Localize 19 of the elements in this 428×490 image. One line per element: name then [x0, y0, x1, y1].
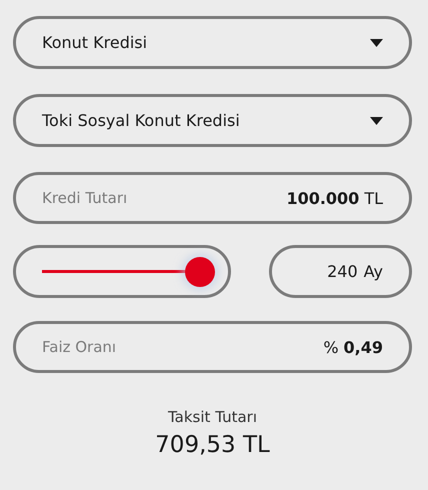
rate-value: 0,49	[344, 338, 383, 356]
caret-icon	[370, 38, 383, 46]
percent-sign: %	[323, 338, 339, 356]
currency-unit: TL	[364, 188, 383, 208]
loan-amount-field[interactable]: Kredi Tutarı 100.000 TL	[13, 172, 412, 224]
term-field[interactable]: 240 Ay	[269, 245, 412, 298]
installment-value: 709,53 TL	[155, 432, 270, 458]
installment-label: Taksit Tutarı	[168, 408, 257, 426]
field-label: Faiz Oranı	[42, 338, 116, 356]
slider-thumb[interactable]	[185, 256, 215, 286]
field-label: Kredi Tutarı	[42, 189, 128, 207]
amount-value: 100.000	[286, 188, 360, 208]
caret-icon	[370, 116, 383, 124]
term-value: 240	[327, 262, 358, 281]
term-unit: Ay	[364, 262, 383, 281]
dropdown[interactable]: Toki Sosyal Konut Kredisi	[13, 94, 412, 147]
interest-rate-field[interactable]: Faiz Oranı % 0,49	[13, 321, 412, 373]
term-slider[interactable]	[42, 256, 215, 286]
dropdown[interactable]: Konut Kredisi	[13, 16, 412, 69]
